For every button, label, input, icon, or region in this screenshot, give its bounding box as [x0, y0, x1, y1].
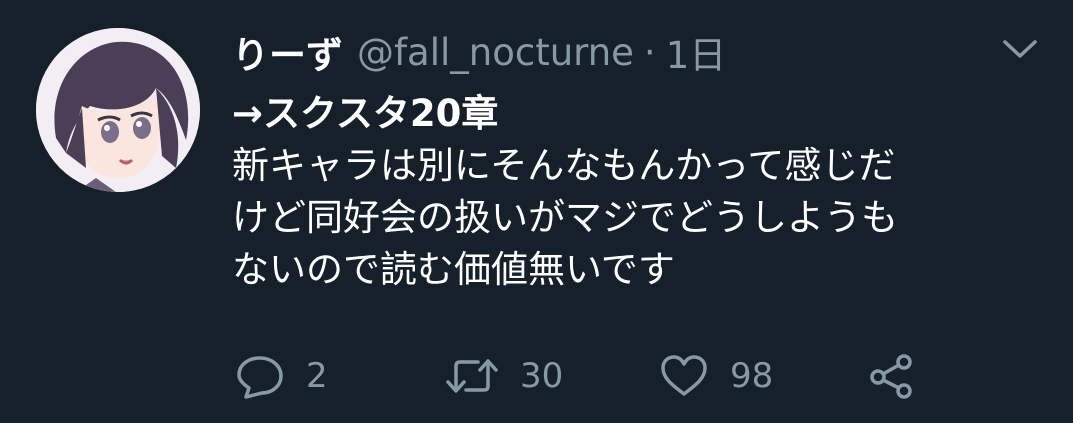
retweet-count: 30 [520, 356, 564, 396]
reply-button[interactable]: 2 [234, 348, 328, 404]
avatar-image [36, 28, 200, 192]
tweet-card[interactable]: りーず @fall_nocturne · 1日 →スクスタ20章 新キャラは別に… [0, 0, 1073, 423]
user-handle[interactable]: @fall_nocturne [357, 31, 634, 74]
separator-dot: · [643, 30, 656, 74]
tweet-timestamp[interactable]: 1日 [666, 25, 727, 79]
share-icon [870, 354, 912, 399]
avatar[interactable] [36, 28, 200, 192]
tweet-text-line: けど同好会の扱いがマジでどうしようも [232, 196, 898, 239]
reply-count: 2 [306, 356, 328, 396]
tweet-header: りーず @fall_nocturne · 1日 [232, 22, 726, 82]
tweet-text-line: 新キャラは別にそんなもんかって感じだ [232, 144, 896, 187]
tweet-text: →スクスタ20章 新キャラは別にそんなもんかって感じだ けど同好会の扱いがマジで… [232, 88, 1052, 296]
display-name[interactable]: りーず [232, 25, 343, 79]
like-button[interactable]: 98 [658, 348, 773, 404]
retweet-button[interactable]: 30 [444, 348, 563, 404]
retweet-arrows-icon [446, 359, 498, 393]
tweet-text-line: →スクスタ20章 [232, 92, 499, 135]
tweet-actions: 2 30 98 [0, 348, 1073, 404]
heart-icon [661, 355, 707, 396]
like-count: 98 [730, 356, 774, 396]
share-button[interactable] [866, 348, 918, 404]
tweet-text-line: ないので読む価値無いです [232, 248, 675, 291]
chevron-down-icon[interactable] [1000, 34, 1040, 64]
speech-bubble-icon [237, 356, 283, 399]
